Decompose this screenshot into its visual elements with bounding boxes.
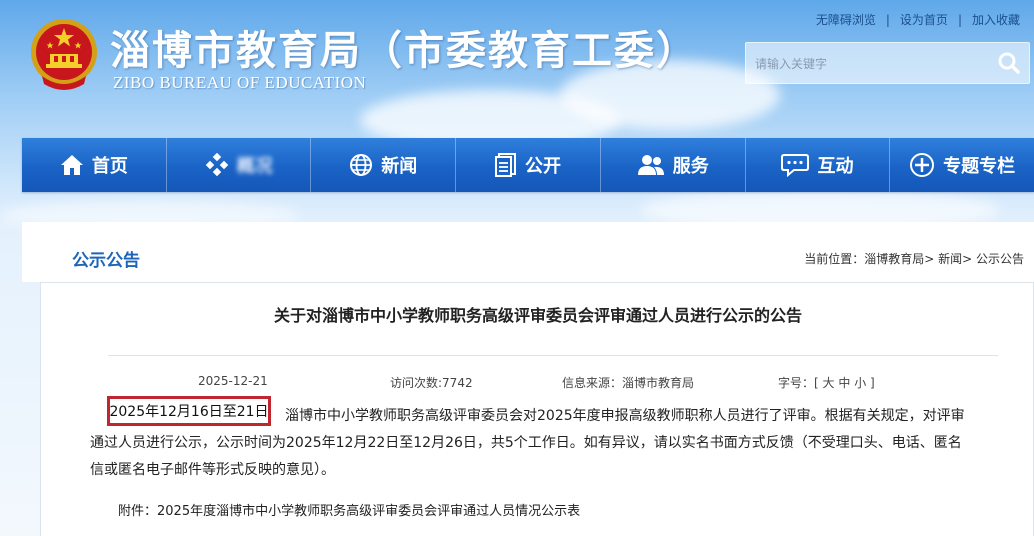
nav-item-special-topics[interactable]: 专题专栏 — [890, 138, 1034, 192]
nav-item-label: 首页 — [91, 156, 128, 177]
article-date: 2025-12-21 — [198, 374, 268, 388]
nav-item-service[interactable]: 服务 — [601, 138, 746, 192]
font-size-small[interactable]: 小 — [854, 376, 866, 390]
site-title: 淄博市教育局（市委教育工委） — [110, 27, 698, 74]
font-size-label: 字号：[ — [778, 376, 819, 390]
site-subtitle: ZIBO BUREAU OF EDUCATION — [113, 73, 367, 92]
font-size-control: 字号：[ 大 中 小 ] — [778, 374, 875, 391]
attachment: 附件：2025年度淄博市中小学教师职务高级评审委员会评审通过人员情况公示表 — [118, 500, 580, 519]
nav-item-label: 专题专栏 — [943, 156, 1016, 177]
breadcrumb-item-home[interactable]: 淄博教育局 — [864, 252, 924, 266]
nav-item-interaction[interactable]: 互动 — [746, 138, 891, 192]
article-panel: 关于对淄博市中小学教师职务高级评审委员会评审通过人员进行公示的公告 2025-1… — [40, 282, 1034, 536]
top-links: 无障碍浏览 | 设为首页 | 加入收藏 — [816, 11, 1020, 28]
breadcrumb-item-announcements[interactable]: 公示公告 — [976, 252, 1024, 266]
search-button[interactable] — [994, 48, 1024, 78]
breadcrumb-separator: > — [924, 252, 939, 266]
visit-count: 访问次数:7742 — [390, 376, 473, 390]
article-body-line: 通过人员进行公示，公示时间为2025年12月22日至12月26日，共5个工作日。… — [90, 435, 962, 451]
document-icon — [495, 153, 517, 177]
link-separator: | — [957, 12, 962, 27]
main-nav: 首页 概况 新闻 公开 服务 互动 专题专栏 — [22, 138, 1034, 192]
diamond-cluster-icon — [205, 153, 229, 177]
home-icon — [60, 154, 84, 176]
title-divider — [108, 355, 998, 356]
nav-item-home[interactable]: 首页 — [22, 138, 167, 192]
people-icon — [637, 153, 665, 177]
add-favorite-link[interactable]: 加入收藏 — [972, 11, 1020, 28]
nav-item-label: 服务 — [672, 156, 709, 177]
search-box — [745, 42, 1030, 84]
info-source: 信息来源：淄博市教育局 — [562, 376, 695, 390]
nav-item-public[interactable]: 公开 — [456, 138, 601, 192]
site-header: 淄博市教育局（市委教育工委） ZIBO BUREAU OF EDUCATION … — [0, 0, 1034, 132]
article-body-line: 信或匿名电子邮件等形式反映的意见）。 — [90, 462, 335, 478]
set-homepage-link[interactable]: 设为首页 — [900, 11, 948, 28]
nav-item-label: 概况 — [236, 156, 273, 177]
font-size-large[interactable]: 大 — [823, 376, 835, 390]
nav-item-label: 公开 — [525, 156, 562, 177]
accessibility-link[interactable]: 无障碍浏览 — [816, 11, 876, 28]
highlighted-date-range: 2025年12月16日至21日 — [107, 396, 271, 426]
breadcrumb-separator: > — [962, 252, 976, 266]
nav-item-label: 新闻 — [381, 156, 418, 177]
nav-item-news[interactable]: 新闻 — [311, 138, 457, 192]
attachment-link[interactable]: 2025年度淄博市中小学教师职务高级评审委员会评审通过人员情况公示表 — [157, 504, 580, 519]
font-size-close: ] — [870, 376, 875, 390]
breadcrumb-item-news[interactable]: 新闻 — [938, 252, 962, 266]
national-emblem-icon — [31, 19, 97, 90]
section-title: 公示公告 — [72, 251, 140, 271]
link-separator: | — [885, 12, 890, 27]
nav-item-overview[interactable]: 概况 — [167, 138, 312, 192]
globe-icon — [349, 153, 373, 177]
article-body-line: 淄博市中小学教师职务高级评审委员会对2025年度申报高级教师职称人员进行了评审。… — [285, 408, 965, 424]
breadcrumb: 当前位置：淄博教育局> 新闻> 公示公告 — [804, 250, 1024, 267]
search-input[interactable] — [753, 52, 977, 76]
font-size-medium[interactable]: 中 — [838, 376, 850, 390]
plus-circle-icon — [909, 152, 935, 178]
search-icon — [998, 52, 1020, 74]
article-title: 关于对淄博市中小学教师职务高级评审委员会评审通过人员进行公示的公告 — [273, 306, 802, 325]
breadcrumb-prefix: 当前位置： — [804, 252, 865, 266]
section-header: 公示公告 当前位置：淄博教育局> 新闻> 公示公告 — [22, 222, 1034, 282]
nav-item-label: 互动 — [817, 156, 854, 177]
attachment-label: 附件： — [118, 504, 158, 519]
chat-icon — [781, 153, 810, 177]
